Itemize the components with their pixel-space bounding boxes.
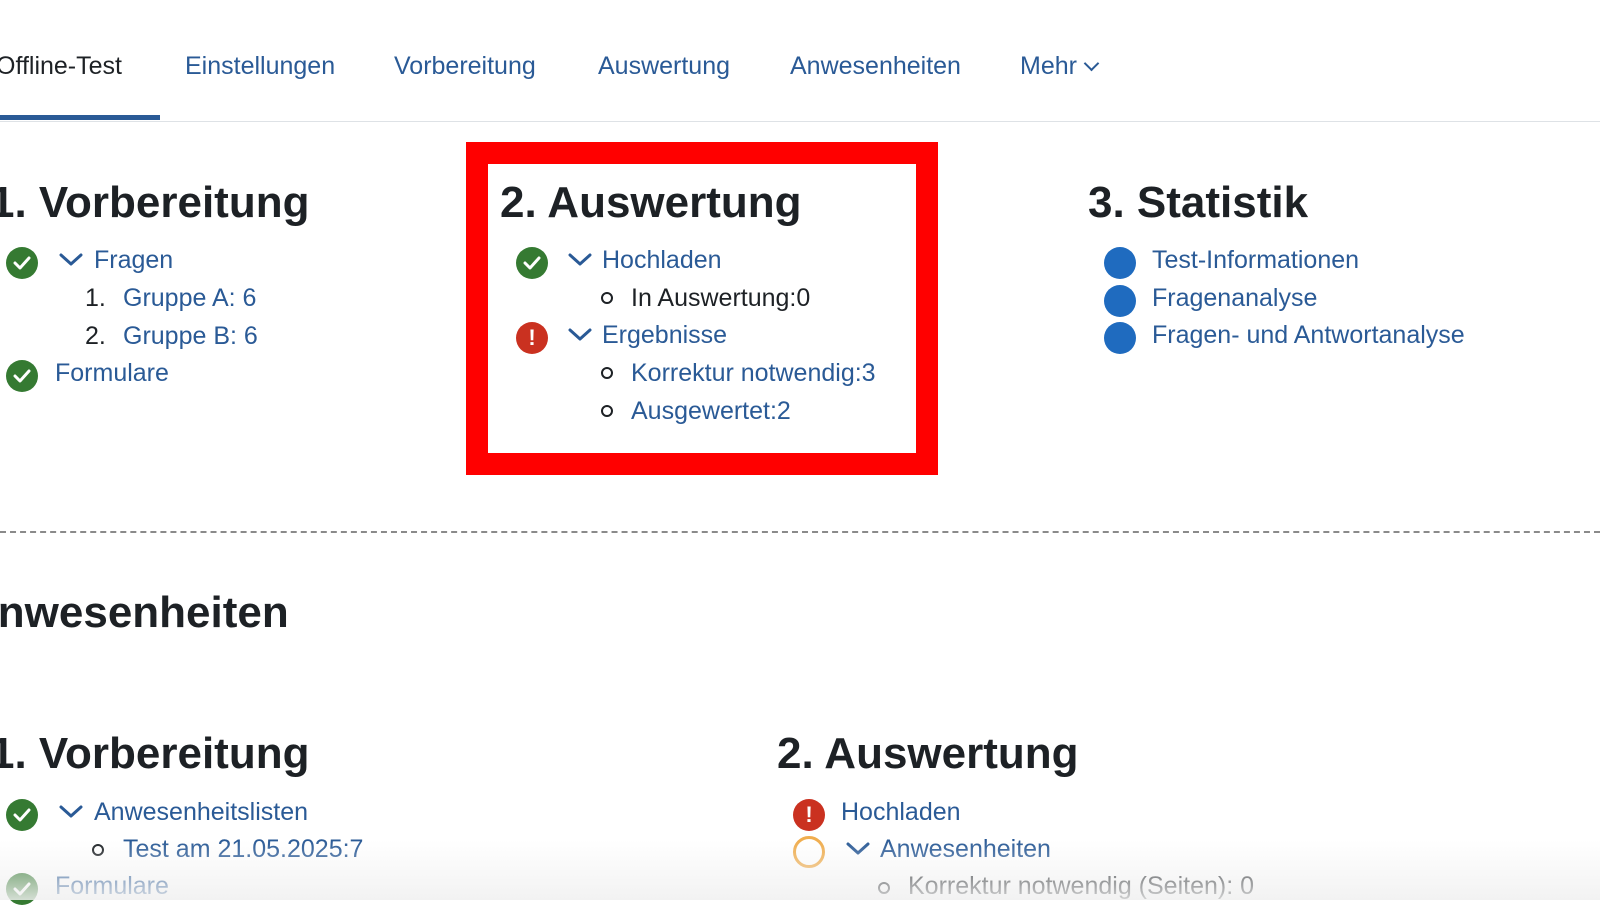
list-bullet [601, 292, 613, 304]
pending-circle-icon [793, 836, 825, 868]
exclamation-circle-icon: ! [793, 799, 825, 831]
tab-mehr[interactable]: Mehr [1020, 52, 1100, 81]
anwesenheiten-heading: Anwesenheiten [0, 588, 289, 637]
test-entry-link[interactable]: Test am 21.05.2025:7 [123, 835, 363, 864]
info-circle-icon [1104, 285, 1136, 317]
auswertung-heading: 2. Auswertung [500, 178, 802, 227]
anwesenheitslisten-link[interactable]: Anwesenheitslisten [94, 798, 308, 827]
fragen-link[interactable]: Fragen [94, 246, 173, 275]
group-a-link[interactable]: Gruppe A: 6 [123, 284, 256, 313]
korrektur-link[interactable]: Korrektur notwendig:3 [631, 359, 876, 388]
fragen-antwortanalyse-link[interactable]: Fragen- und Antwortanalyse [1152, 321, 1465, 350]
group-b-link[interactable]: Gruppe B: 6 [123, 322, 258, 351]
tab-anwesenheiten[interactable]: Anwesenheiten [790, 52, 961, 81]
tab-vorbereitung[interactable]: Vorbereitung [394, 52, 536, 81]
in-auswertung-count: In Auswertung:0 [631, 284, 811, 312]
tab-offline-test[interactable]: Offline-Test [0, 52, 122, 81]
attendance-vorbereitung-heading: 1. Vorbereitung [0, 729, 310, 778]
formulare-link[interactable]: Formulare [55, 872, 169, 901]
ausgewertet-link[interactable]: Ausgewertet:2 [631, 397, 791, 426]
statistik-heading: 3. Statistik [1088, 178, 1309, 227]
fragenanalyse-link[interactable]: Fragenanalyse [1152, 284, 1317, 313]
info-circle-icon [1104, 247, 1136, 279]
list-bullet [601, 367, 613, 379]
check-circle-icon [6, 360, 38, 392]
chevron-down-icon[interactable] [58, 252, 84, 268]
hochladen-link[interactable]: Hochladen [841, 798, 961, 827]
list-bullet [878, 882, 890, 894]
check-circle-icon [6, 799, 38, 831]
tab-einstellungen[interactable]: Einstellungen [185, 52, 335, 81]
section-divider [0, 531, 1600, 533]
tab-mehr-label: Mehr [1020, 52, 1077, 80]
attendance-auswertung-heading: 2. Auswertung [777, 729, 1079, 778]
secondary-navigation: Offline-Test Einstellungen Vorbereitung … [0, 0, 1600, 122]
list-bullet [92, 844, 104, 856]
chevron-down-icon [1083, 55, 1100, 72]
list-number: 1. [85, 284, 106, 312]
check-circle-icon [6, 247, 38, 279]
anwesenheiten-link[interactable]: Anwesenheiten [880, 835, 1051, 864]
check-circle-icon [6, 873, 38, 905]
list-bullet [601, 405, 613, 417]
test-informationen-link[interactable]: Test-Informationen [1152, 246, 1359, 275]
formulare-link[interactable]: Formulare [55, 359, 169, 388]
vorbereitung-heading: 1. Vorbereitung [0, 178, 310, 227]
list-number: 2. [85, 322, 106, 350]
korrektur-seiten-count: Korrektur notwendig (Seiten): 0 [908, 872, 1255, 900]
active-tab-indicator [0, 115, 160, 120]
chevron-down-icon[interactable] [845, 841, 871, 857]
chevron-down-icon[interactable] [567, 327, 593, 343]
exclamation-circle-icon: ! [516, 322, 548, 354]
chevron-down-icon[interactable] [58, 804, 84, 820]
info-circle-icon [1104, 322, 1136, 354]
chevron-down-icon[interactable] [567, 252, 593, 268]
check-circle-icon [516, 247, 548, 279]
tab-auswertung[interactable]: Auswertung [598, 52, 730, 81]
ergebnisse-link[interactable]: Ergebnisse [602, 321, 727, 350]
hochladen-link[interactable]: Hochladen [602, 246, 722, 275]
